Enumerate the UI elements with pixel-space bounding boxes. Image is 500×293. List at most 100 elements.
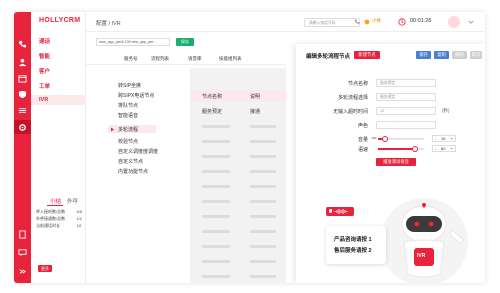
book-icon[interactable] (18, 230, 27, 239)
tree-item[interactable]: 转SIP坐席 (118, 82, 141, 89)
save-button[interactable]: 保存 (416, 51, 431, 59)
sidebar-item-ai[interactable]: 智能 (39, 52, 50, 60)
speed-stepper[interactable]: - 80 + (432, 145, 456, 152)
tab-divider (86, 64, 286, 65)
collapse-icon[interactable] (18, 267, 27, 276)
volume-slider-handle[interactable] (382, 136, 388, 142)
play-test-button[interactable]: 播放测试语音 (376, 158, 416, 166)
stats-row-value: 1/2 (76, 216, 82, 221)
list-icon[interactable] (18, 106, 27, 115)
delete-button[interactable]: 删除 (452, 51, 467, 59)
save-button[interactable]: 保存 (176, 38, 194, 46)
tree-item[interactable]: 自定义调度度调度 (118, 148, 158, 155)
stats-row: 呼入接听数/总数 4/5 (36, 209, 82, 215)
stepper-minus[interactable]: - (435, 136, 436, 142)
tree-item[interactable]: 排队节点 (118, 102, 138, 109)
shield-icon[interactable] (18, 90, 27, 99)
stats-tab-underline (47, 205, 63, 206)
search-input[interactable]: 请输入电话号码 (304, 18, 360, 27)
placeholder-row (250, 140, 276, 143)
node-name-input[interactable]: 服务预定 (376, 79, 436, 87)
tree-item[interactable]: 校验节点 (118, 138, 138, 145)
sidebar-item-customer[interactable]: 客户 (39, 67, 50, 75)
volume-stepper[interactable]: - 15 + (432, 135, 456, 142)
stats-row-label: 当前通话时长 (36, 223, 60, 228)
speed-slider-handle[interactable] (412, 146, 418, 152)
tab-service[interactable]: 服务号 (124, 56, 138, 62)
sidebar-item-ticket[interactable]: 工单 (39, 82, 50, 90)
ivr-editor: new_app_ptet2.100 new_app_pte... 保存 服务号 … (86, 32, 286, 283)
ivr-badge: IVR (417, 253, 426, 259)
breadcrumb: 配置 / IVR (96, 21, 121, 27)
gear-icon[interactable] (18, 123, 27, 132)
flow-select[interactable]: 服务预定 (376, 93, 436, 101)
placeholder-row (250, 260, 276, 263)
stats-row: 外呼接通数/总数 1/2 (36, 216, 82, 222)
microphone-icon (329, 209, 348, 214)
table-cell[interactable]: 接通 (250, 108, 260, 115)
stats-tab-summary[interactable]: 小结 (50, 197, 61, 205)
field-label: 语速 (357, 147, 368, 153)
top-bar: 配置 / IVR 请输入电话号码 小休 00:01:26 (86, 12, 485, 32)
sidebar-item-ivr[interactable]: IVR (39, 97, 48, 103)
placeholder-row (250, 200, 276, 203)
table-cell[interactable]: 服务预定 (202, 108, 222, 115)
tree-item[interactable]: 智能语音 (118, 112, 138, 119)
node-table: 节点名称 说明 服务预定 接通 (190, 68, 286, 283)
volume-slider[interactable] (378, 136, 424, 142)
placeholder-row (202, 215, 230, 218)
placeholder-row (250, 125, 276, 128)
tree-item[interactable]: 跨SIPX电话节点 (118, 92, 154, 99)
speed-slider-fill (378, 148, 415, 150)
stepper-plus[interactable]: + (451, 146, 453, 152)
more-button[interactable]: 更多 (38, 265, 52, 272)
avatar[interactable] (448, 16, 460, 28)
stats-row-label: 外呼接通数/总数 (36, 216, 66, 221)
voice-select[interactable] (376, 121, 436, 129)
cancel-button[interactable]: 取消 (470, 51, 482, 59)
phone-icon[interactable] (354, 19, 360, 25)
speed-value: 80 (441, 146, 446, 151)
copy-button[interactable]: 复制 (434, 51, 449, 59)
tree-item[interactable]: 自定义节点 (118, 158, 143, 165)
stats-tab-outbound[interactable]: 外呼 (67, 197, 78, 205)
placeholder-row (250, 275, 276, 278)
agent-status[interactable]: 小休 (372, 18, 381, 24)
placeholder-row (250, 215, 276, 218)
brand-logo: HOLLYCRM (39, 17, 81, 24)
stepper-minus[interactable]: - (435, 146, 436, 152)
placeholder-row (250, 185, 276, 188)
stats-row-value: 4/5 (76, 209, 82, 214)
phone-icon[interactable] (18, 40, 27, 49)
calendar-icon[interactable] (18, 74, 27, 83)
volume-value: 15 (441, 136, 446, 141)
sidebar: HOLLYCRM 通话 智能 客户 工单 IVR 小结 外呼 呼入接听数/总数 4… (31, 12, 86, 283)
speed-slider[interactable] (378, 146, 424, 152)
tree-item[interactable]: 内置功能节点 (118, 168, 148, 175)
icon-rail (14, 12, 31, 283)
stats-row-label: 呼入接听数/总数 (36, 209, 66, 214)
chat-icon[interactable] (18, 248, 27, 257)
placeholder-row (250, 245, 276, 248)
placeholder-row (202, 125, 230, 128)
tab-voice-library[interactable]: 语音库 (188, 56, 202, 62)
placeholder-row (202, 245, 230, 248)
timeout-unit: (秒) (442, 108, 450, 113)
new-node-button[interactable]: 新建节点 (354, 51, 380, 59)
tab-skill-groups[interactable]: 技能组列表 (219, 56, 242, 62)
stats-row-value: 10' (76, 223, 82, 228)
minus-icon[interactable] (371, 135, 377, 141)
column-header: 说明 (250, 94, 261, 100)
timeout-input[interactable]: 10 (376, 107, 436, 115)
placeholder-row (250, 170, 276, 173)
chevron-down-icon[interactable] (468, 19, 474, 25)
app-window: HOLLYCRM 通话 智能 客户 工单 IVR 小结 外呼 呼入接听数/总数 4… (14, 12, 485, 283)
user-icon[interactable] (18, 58, 27, 67)
stepper-plus[interactable]: + (451, 136, 453, 142)
tree-item-selected[interactable]: 多轮流程 (118, 126, 138, 133)
tab-flow-list[interactable]: 流程列表 (151, 56, 169, 62)
sidebar-item-call[interactable]: 通话 (39, 37, 50, 45)
url-field[interactable]: new_app_ptet2.100 new_app_pte... (96, 38, 170, 46)
placeholder-row (202, 185, 230, 188)
placeholder-row (250, 230, 276, 233)
